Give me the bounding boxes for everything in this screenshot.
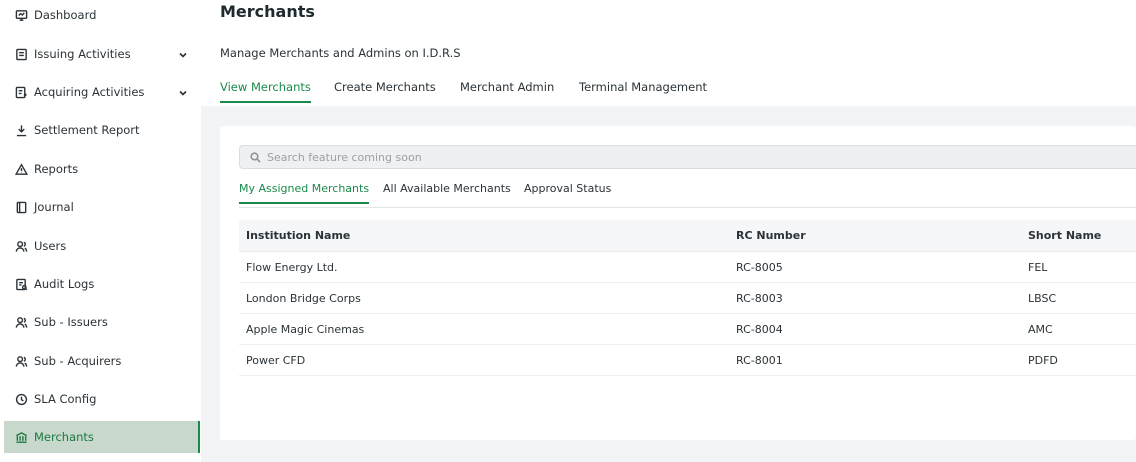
chevron-down-icon[interactable] <box>178 87 188 97</box>
audit-icon <box>14 277 28 291</box>
page-title: Merchants <box>220 2 315 21</box>
users-icon <box>14 239 28 253</box>
tab-merchant-admin[interactable]: Merchant Admin <box>460 80 554 101</box>
sidebar-item-label: Sub - Acquirers <box>34 354 122 368</box>
sidebar-item-label: Reports <box>34 162 79 176</box>
dashboard-icon <box>14 8 28 22</box>
cell-short-name: LBSC <box>1028 291 1057 305</box>
sidebar-item-settlement-report[interactable]: Settlement Report <box>4 114 200 146</box>
cell-rc-number: RC-8005 <box>736 260 783 274</box>
warning-icon <box>14 162 28 176</box>
sidebar-item-label: Issuing Activities <box>34 47 131 61</box>
sidebar-item-label: Dashboard <box>34 8 97 22</box>
sidebar-item-label: Merchants <box>34 430 94 444</box>
chevron-down-icon[interactable] <box>178 49 188 59</box>
bank-icon <box>14 430 28 444</box>
cell-short-name: AMC <box>1028 322 1053 336</box>
sidebar-item-label: SLA Config <box>34 392 97 406</box>
cell-institution-name: Power CFD <box>246 353 306 367</box>
subtab-approval-status[interactable]: Approval Status <box>524 182 611 202</box>
sidebar-item-sub-acquirers[interactable]: Sub - Acquirers <box>4 345 200 377</box>
sidebar-item-label: Audit Logs <box>34 277 95 291</box>
cell-short-name: PDFD <box>1028 353 1058 367</box>
tab-terminal-management[interactable]: Terminal Management <box>579 80 707 101</box>
acquiring-icon <box>14 85 28 99</box>
sidebar-item-label: Settlement Report <box>34 123 140 137</box>
sidebar-item-audit-logs[interactable]: Audit Logs <box>4 268 200 300</box>
sidebar-item-dashboard[interactable]: Dashboard <box>4 0 200 31</box>
search-input[interactable] <box>265 149 869 165</box>
clock-icon <box>14 392 28 406</box>
table-header: Institution Name RC Number Short Name <box>239 220 1136 252</box>
search-icon <box>250 151 261 163</box>
sidebar-item-label: Users <box>34 239 67 253</box>
cell-rc-number: RC-8001 <box>736 353 783 367</box>
cell-institution-name: Flow Energy Ltd. <box>246 260 338 274</box>
cell-rc-number: RC-8003 <box>736 291 783 305</box>
search-box[interactable] <box>239 145 1136 169</box>
cell-institution-name: Apple Magic Cinemas <box>246 322 365 336</box>
sidebar-item-merchants[interactable]: Merchants <box>4 421 200 453</box>
sidebar-item-label: Acquiring Activities <box>34 85 145 99</box>
merchants-card: My Assigned Merchants All Available Merc… <box>220 126 1136 440</box>
sidebar-item-sla-config[interactable]: SLA Config <box>4 383 200 415</box>
sidebar: Dashboard Issuing Activities Acquiring A… <box>0 0 201 462</box>
merchant-filter-tabs: My Assigned Merchants All Available Merc… <box>239 182 1136 208</box>
download-icon <box>14 123 28 137</box>
subtab-all-available-merchants[interactable]: All Available Merchants <box>383 182 511 202</box>
sidebar-item-issuing-activities[interactable]: Issuing Activities <box>4 38 200 70</box>
page-subtitle: Manage Merchants and Admins on I.D.R.S <box>220 46 461 60</box>
table-row[interactable]: Apple Magic Cinemas RC-8004 AMC <box>239 314 1136 345</box>
main-content: Merchants Manage Merchants and Admins on… <box>201 0 1136 462</box>
column-header-short-name[interactable]: Short Name <box>1028 220 1101 251</box>
tab-create-merchants[interactable]: Create Merchants <box>334 80 436 101</box>
sidebar-item-acquiring-activities[interactable]: Acquiring Activities <box>4 76 200 108</box>
users-icon <box>14 354 28 368</box>
subtab-my-assigned-merchants[interactable]: My Assigned Merchants <box>239 182 370 204</box>
tab-view-merchants[interactable]: View Merchants <box>220 80 311 103</box>
sidebar-item-label: Journal <box>34 200 74 214</box>
page-header: Merchants Manage Merchants and Admins on… <box>201 0 1136 106</box>
journal-icon <box>14 200 28 214</box>
issuing-icon <box>14 47 28 61</box>
column-header-rc-number[interactable]: RC Number <box>736 220 806 251</box>
sidebar-item-sub-issuers[interactable]: Sub - Issuers <box>4 306 200 338</box>
sidebar-item-journal[interactable]: Journal <box>4 191 200 223</box>
table-row[interactable]: London Bridge Corps RC-8003 LBSC <box>239 283 1136 314</box>
cell-short-name: FEL <box>1028 260 1048 274</box>
sidebar-item-reports[interactable]: Reports <box>4 153 200 185</box>
sidebar-item-label: Sub - Issuers <box>34 315 108 329</box>
column-header-institution-name[interactable]: Institution Name <box>246 220 350 251</box>
cell-institution-name: London Bridge Corps <box>246 291 361 305</box>
cell-rc-number: RC-8004 <box>736 322 783 336</box>
merchants-table: Institution Name RC Number Short Name Fl… <box>239 220 1136 376</box>
users-icon <box>14 315 28 329</box>
table-row[interactable]: Power CFD RC-8001 PDFD <box>239 345 1136 376</box>
table-row[interactable]: Flow Energy Ltd. RC-8005 FEL <box>239 252 1136 283</box>
sidebar-item-users[interactable]: Users <box>4 230 200 262</box>
